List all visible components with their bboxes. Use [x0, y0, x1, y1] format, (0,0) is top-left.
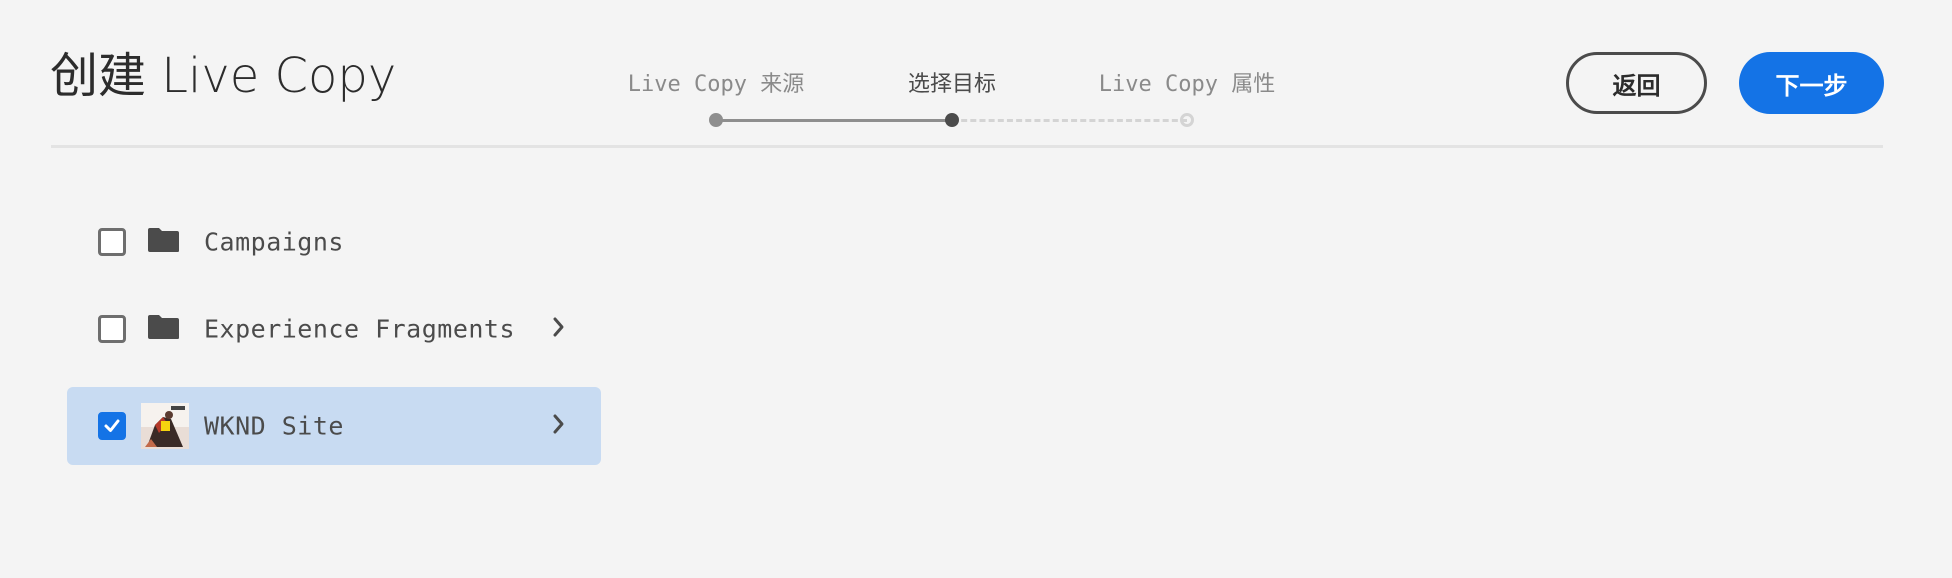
- next-button[interactable]: 下一步: [1739, 52, 1884, 114]
- step-label-properties: Live Copy 属性: [1098, 72, 1276, 97]
- step-label-source: Live Copy 来源: [627, 72, 805, 97]
- list-item-wknd-site[interactable]: WKND Site: [67, 387, 601, 465]
- step-dot-target: [945, 113, 959, 127]
- checkbox-wknd-site[interactable]: [98, 412, 126, 440]
- list-item-campaigns[interactable]: Campaigns: [67, 203, 601, 281]
- step-label-target: 选择目标: [907, 72, 997, 97]
- list-item-label: Experience Fragments: [204, 314, 516, 344]
- checkmark-icon: [104, 419, 120, 432]
- step-connector-pending: [952, 119, 1187, 122]
- list-item-label: WKND Site: [204, 411, 344, 441]
- list-item-experience-fragments[interactable]: Experience Fragments: [67, 290, 601, 368]
- back-button[interactable]: 返回: [1566, 52, 1707, 114]
- chevron-right-icon[interactable]: [552, 316, 566, 342]
- step-dot-properties: [1180, 113, 1194, 127]
- site-thumbnail: [141, 403, 189, 449]
- checkbox-campaigns[interactable]: [98, 228, 126, 256]
- chevron-right-icon[interactable]: [552, 413, 566, 439]
- checkbox-experience-fragments[interactable]: [98, 315, 126, 343]
- step-dot-source: [709, 113, 723, 127]
- page-title: 创建 Live Copy: [50, 48, 397, 104]
- folder-icon: [147, 314, 180, 344]
- header: 创建 Live Copy Live Copy 来源 选择目标 Live Copy…: [0, 0, 1952, 148]
- step-connector-completed: [716, 119, 952, 122]
- folder-icon: [147, 227, 180, 257]
- list-item-label: Campaigns: [204, 227, 344, 257]
- header-divider: [51, 145, 1883, 148]
